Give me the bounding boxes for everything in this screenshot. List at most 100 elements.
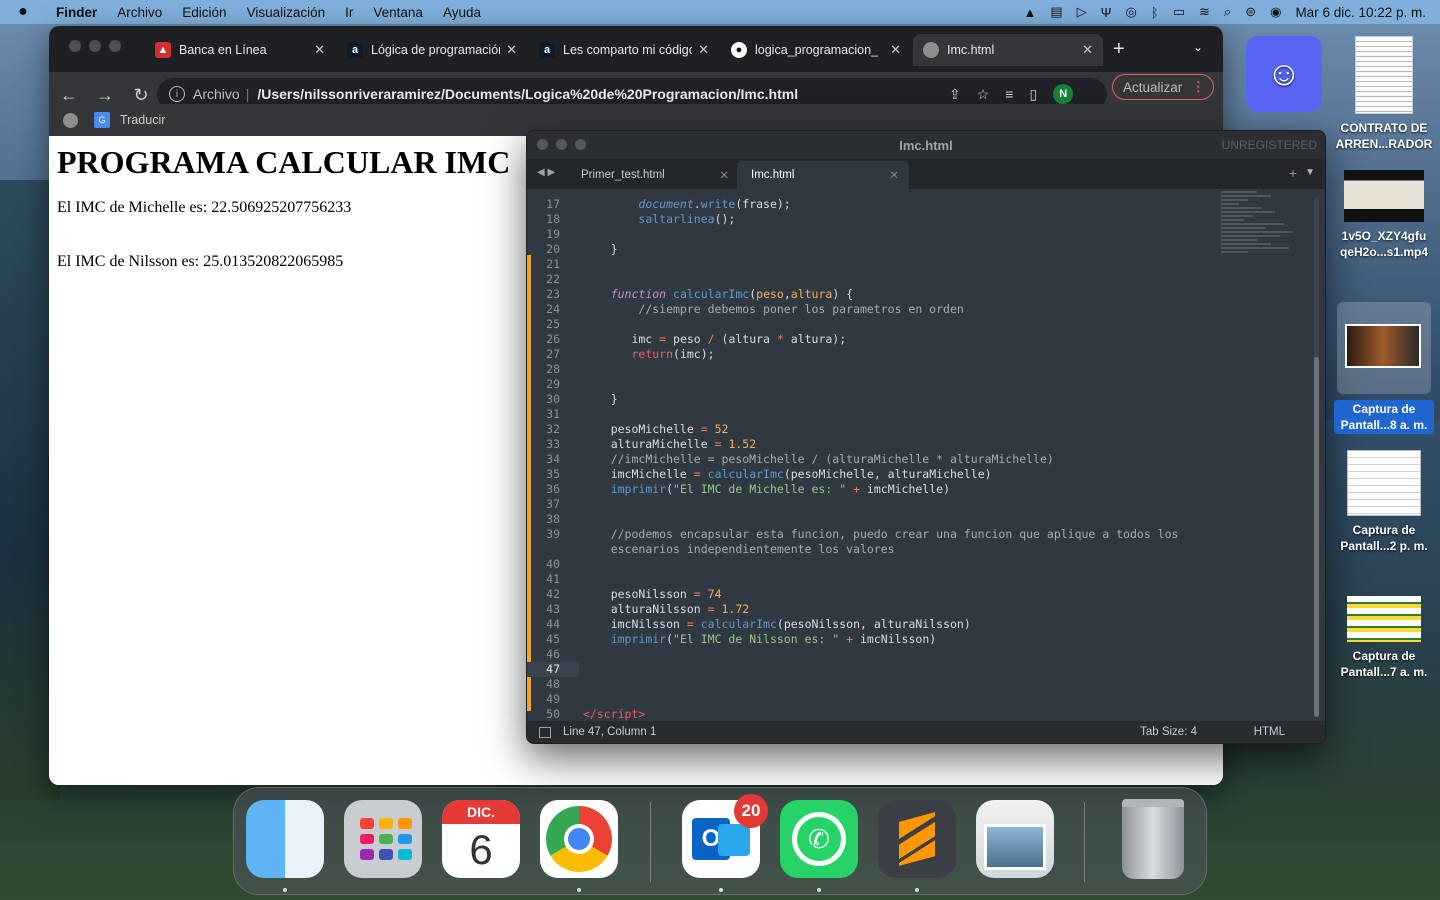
bookmark-star-icon[interactable]: ☆ xyxy=(977,86,990,103)
globe-icon xyxy=(923,42,939,58)
globe-icon[interactable] xyxy=(63,112,78,128)
search-icon[interactable]: ⌕ xyxy=(1224,4,1231,20)
back-icon[interactable]: ← xyxy=(53,85,85,106)
info-icon[interactable]: i xyxy=(169,86,185,102)
chevron-down-icon[interactable]: ⌄ xyxy=(1193,40,1203,54)
close-window-button[interactable] xyxy=(69,40,81,52)
menu-ventana[interactable]: Ventana xyxy=(363,5,433,20)
tab-github[interactable]: ● logica_programacion_ ✕ xyxy=(721,34,911,66)
desktop-icon-video[interactable]: 1v5O_XZY4gfu qeH2o...s1.mp4 xyxy=(1334,170,1434,260)
tab-comparto[interactable]: a Les comparto mi código ✕ xyxy=(529,34,719,66)
tab-list-icon[interactable]: ▼ xyxy=(1305,167,1315,178)
new-tab-icon[interactable]: + xyxy=(1113,38,1125,61)
close-tab-icon[interactable]: ✕ xyxy=(889,168,899,182)
code-line: 49 xyxy=(546,692,560,706)
url-text[interactable]: /Users/nilssonriveraramirez/Documents/Lo… xyxy=(257,86,798,102)
syntax-selector[interactable]: HTML xyxy=(1254,726,1285,738)
screenshot-icon xyxy=(1345,324,1421,368)
menu-ayuda[interactable]: Ayuda xyxy=(433,5,491,20)
tab-banca[interactable]: ▲ Banca en Línea ✕ xyxy=(145,34,335,66)
control-center-icon[interactable]: ⊜ xyxy=(1245,4,1256,20)
close-tab-icon[interactable]: ✕ xyxy=(314,42,325,58)
chrome-icon[interactable] xyxy=(540,800,618,878)
menu-visualizacion[interactable]: Visualización xyxy=(237,5,336,20)
close-tab-icon[interactable]: ✕ xyxy=(719,168,729,182)
sidebar-toggle-icon[interactable] xyxy=(539,726,551,738)
calendar-icon[interactable]: DIC. 6 xyxy=(442,800,520,878)
video-thumbnail-icon xyxy=(1344,170,1424,222)
code-line: 48 xyxy=(546,677,560,691)
scrollbar-thumb[interactable] xyxy=(1314,357,1319,717)
menu-app-name[interactable]: Finder xyxy=(46,5,107,20)
whatsapp-icon[interactable]: ✆ xyxy=(780,800,858,878)
zoom-window-button[interactable] xyxy=(109,40,121,52)
desktop-icon-contrato[interactable]: CONTRATO DE ARREN...RADOR xyxy=(1334,36,1434,152)
tab-primer-test[interactable]: Primer_test.html ✕ xyxy=(567,161,739,189)
side-panel-icon[interactable]: ▯ xyxy=(1029,86,1037,103)
tab-size-selector[interactable]: Tab Size: 4 xyxy=(1140,726,1197,738)
tab-title: Imc.html xyxy=(947,43,995,57)
desktop-icon-captura-2[interactable]: Captura de Pantall...2 p. m. xyxy=(1334,450,1434,554)
url-separator: | xyxy=(245,86,250,102)
tab-nav-arrows-icon[interactable]: ◀ ▶ xyxy=(537,167,555,178)
menu-archivo[interactable]: Archivo xyxy=(107,5,172,20)
code-line: 27 return(imc); xyxy=(546,347,715,361)
desktop-icon-captura-3[interactable]: Captura de Pantall...7 a. m. xyxy=(1334,596,1434,680)
menu-clock[interactable]: Mar 6 dic. 10:22 p. m. xyxy=(1295,5,1426,20)
profile-avatar[interactable]: N xyxy=(1053,84,1074,104)
close-tab-icon[interactable]: ✕ xyxy=(1082,42,1093,58)
launchpad-icon[interactable] xyxy=(344,800,422,878)
airdrop-icon[interactable]: ◎ xyxy=(1126,4,1137,20)
menu-ir[interactable]: Ir xyxy=(335,5,363,20)
menu-bar: ● Finder Archivo Edición Visualización I… xyxy=(0,0,1440,24)
editor-scrollbar[interactable] xyxy=(1314,197,1319,717)
minimap[interactable] xyxy=(1221,191,1311,301)
close-tab-icon[interactable]: ✕ xyxy=(890,42,901,58)
battery-icon[interactable]: ▭ xyxy=(1173,4,1185,20)
update-button[interactable]: Actualizar ⋮ xyxy=(1112,74,1214,100)
close-tab-icon[interactable]: ✕ xyxy=(698,42,709,58)
github-icon: ● xyxy=(731,42,747,58)
tab-logica[interactable]: a Lógica de programación ✕ xyxy=(337,34,527,66)
menu-edicion[interactable]: Edición xyxy=(172,5,236,20)
forward-icon[interactable]: → xyxy=(89,85,121,106)
reload-icon[interactable]: ↻ xyxy=(125,85,157,106)
a-letter-icon: a xyxy=(539,42,555,58)
apple-menu-icon[interactable]: ● xyxy=(0,3,46,21)
sublime-tab-bar: ◀ ▶ Primer_test.html ✕ Imc.html ✕ + ▼ xyxy=(527,159,1325,189)
finder-icon[interactable] xyxy=(246,800,324,878)
document-icon xyxy=(1355,36,1413,114)
play-icon[interactable]: ▷ xyxy=(1077,4,1087,20)
wifi-icon[interactable]: ≋ xyxy=(1199,4,1210,20)
desktop-icon-captura-1[interactable]: Captura de Pantall...8 a. m. xyxy=(1334,302,1434,434)
sublime-title: Imc.html xyxy=(899,137,953,153)
trash-icon[interactable] xyxy=(1114,799,1192,879)
update-label: Actualizar xyxy=(1123,79,1183,95)
sublime-text-icon[interactable] xyxy=(878,800,956,878)
code-line: 30 } xyxy=(546,392,618,406)
sublime-statusbar: Line 47, Column 1 Tab Size: 4 HTML xyxy=(527,721,1325,743)
desktop-icon-discord[interactable]: ☺ xyxy=(1234,36,1334,118)
omnibox-actions: ⇪ ☆ ≡ ▯ N xyxy=(949,84,1074,104)
tab-imc[interactable]: Imc.html ✕ xyxy=(913,34,1103,66)
warning-icon[interactable]: ▲ xyxy=(1024,5,1037,20)
code-editor[interactable]: 17 document.write(frase); 18 saltarlinea… xyxy=(527,189,1313,723)
preview-icon[interactable] xyxy=(976,800,1054,878)
close-tab-icon[interactable]: ✕ xyxy=(506,42,517,58)
new-file-icon[interactable]: + xyxy=(1289,165,1297,181)
tab-imc-html[interactable]: Imc.html ✕ xyxy=(737,161,909,189)
tab-title: Banca en Línea xyxy=(179,43,267,57)
code-line: 25 xyxy=(546,317,560,331)
more-menu-icon[interactable]: ⋮ xyxy=(1192,79,1206,95)
bluetooth-icon[interactable]: ᛒ xyxy=(1151,5,1159,20)
minimize-window-button[interactable] xyxy=(89,40,101,52)
share-icon[interactable]: ⇪ xyxy=(949,86,961,103)
running-indicator xyxy=(817,888,821,892)
keyboard-icon[interactable]: ▤ xyxy=(1050,4,1062,20)
bookmark-traducir[interactable]: Traducir xyxy=(120,113,165,127)
outlook-icon[interactable]: O 20 xyxy=(682,794,768,878)
code-line: 28 xyxy=(546,362,560,376)
siri-icon[interactable]: ◉ xyxy=(1270,4,1281,20)
reading-list-icon[interactable]: ≡ xyxy=(1005,86,1013,102)
antenna-icon[interactable]: Ψ xyxy=(1101,5,1112,20)
